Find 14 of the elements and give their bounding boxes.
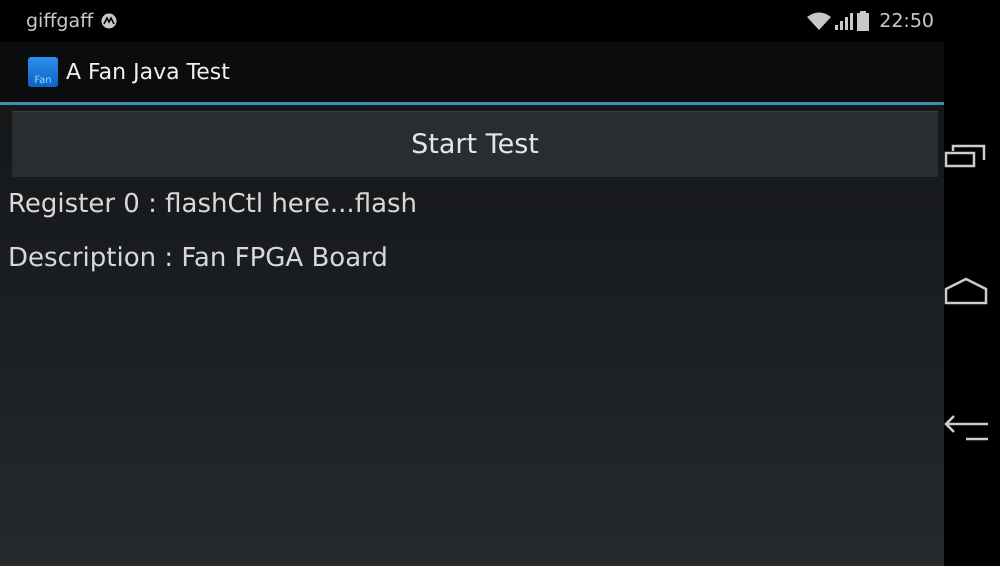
- notification-icon: [101, 13, 118, 29]
- output-text: Description : Fan FPGA Board: [8, 242, 389, 275]
- clock-time: 22:50: [879, 10, 934, 32]
- wifi-icon: [807, 12, 832, 30]
- start-test-button[interactable]: Start Test: [12, 111, 938, 177]
- app-title: A Fan Java Test: [66, 60, 230, 84]
- home-icon[interactable]: [944, 276, 988, 305]
- carrier-name: giffgaff: [26, 10, 94, 32]
- recents-icon[interactable]: [944, 144, 986, 168]
- app-icon: Fan: [28, 57, 58, 87]
- output-text: Register 0 : flashCtl here...flash: [8, 188, 418, 221]
- signal-icon: [835, 12, 854, 30]
- back-icon[interactable]: [944, 414, 988, 442]
- battery-icon: [857, 11, 870, 31]
